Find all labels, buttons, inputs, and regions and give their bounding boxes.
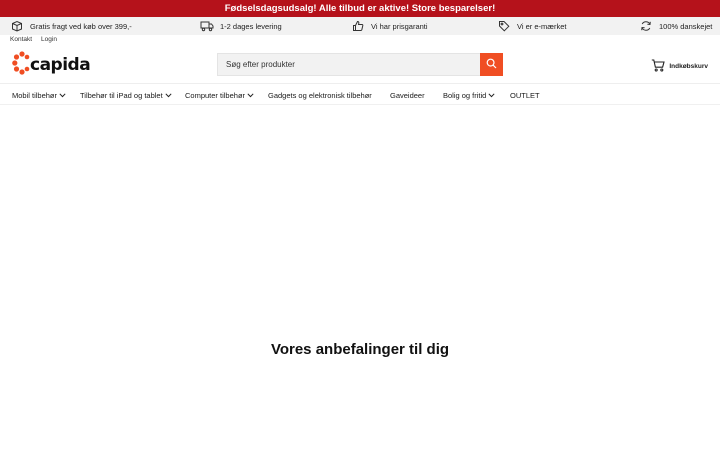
- usp-free-shipping: Gratis fragt ved køb over 399,-: [10, 17, 132, 35]
- search-icon: [486, 56, 497, 74]
- search-bar: [217, 53, 503, 76]
- chevron-down-icon: [165, 92, 172, 98]
- nav-item-gadgets[interactable]: Gadgets og elektronisk tilbehør: [268, 85, 372, 105]
- nav-label: Gadgets og elektronisk tilbehør: [268, 90, 372, 100]
- chevron-down-icon: [488, 92, 495, 98]
- nav-item-computer-tilbehor[interactable]: Computer tilbehør: [185, 85, 254, 105]
- usp-e-maerket: Vi er e-mærket: [497, 17, 566, 35]
- tag-icon: [497, 19, 511, 33]
- nav-label: Bolig og fritid: [443, 90, 487, 100]
- promo-banner[interactable]: Fødselsdagsudsalg! Alle tilbud er aktive…: [0, 0, 720, 17]
- usp-text: Vi er e-mærket: [517, 21, 567, 31]
- nav-label: Tilbehør til iPad og tablet: [80, 90, 163, 100]
- main-navigation: Mobil tilbehør Tilbehør til iPad og tabl…: [0, 85, 720, 105]
- cart-icon: [651, 58, 666, 74]
- site-header: capida Indkøbskurv: [0, 46, 720, 84]
- promo-text: Fødselsdagsudsalg! Alle tilbud er aktive…: [224, 3, 496, 14]
- nav-label: Mobil tilbehør: [12, 90, 58, 100]
- nav-label: Computer tilbehør: [185, 90, 246, 100]
- nav-item-mobil-tilbehor[interactable]: Mobil tilbehør: [12, 85, 66, 105]
- search-button[interactable]: [480, 53, 503, 76]
- nav-item-ipad-tablet[interactable]: Tilbehør til iPad og tablet: [80, 85, 172, 105]
- refresh-icon: [639, 19, 653, 33]
- recommendations-heading: Vores anbefalinger til dig: [270, 341, 450, 358]
- contact-link[interactable]: Kontakt: [10, 36, 32, 46]
- login-link[interactable]: Login: [41, 36, 57, 46]
- search-input[interactable]: [218, 54, 480, 75]
- logo[interactable]: capida: [12, 50, 91, 80]
- usp-bar: Gratis fragt ved køb over 399,- 1-2 dage…: [0, 17, 720, 35]
- nav-item-bolig-fritid[interactable]: Bolig og fritid: [443, 85, 495, 105]
- usp-text: 100% danskejet: [659, 21, 713, 31]
- logo-mark-icon: [12, 50, 32, 80]
- nav-item-outlet[interactable]: OUTLET: [510, 85, 540, 105]
- nav-label: OUTLET: [510, 90, 540, 100]
- box-icon: [10, 19, 24, 33]
- usp-text: 1-2 dages levering: [220, 21, 282, 31]
- nav-label: Gaveideer: [390, 90, 425, 100]
- usp-danish-owned: 100% danskejet: [639, 17, 712, 35]
- account-links: Kontakt Login: [10, 36, 57, 46]
- logo-text: capida: [30, 55, 91, 75]
- thumbs-up-icon: [351, 19, 365, 33]
- chevron-down-icon: [59, 92, 66, 98]
- truck-icon: [200, 19, 214, 33]
- chevron-down-icon: [247, 92, 254, 98]
- usp-price-guarantee: Vi har prisgaranti: [351, 17, 428, 35]
- usp-text: Vi har prisgaranti: [371, 21, 428, 31]
- usp-delivery: 1-2 dages levering: [200, 17, 282, 35]
- cart-button[interactable]: Indkøbskurv: [651, 58, 708, 74]
- usp-text: Gratis fragt ved køb over 399,-: [30, 21, 132, 31]
- cart-label: Indkøbskurv: [669, 62, 708, 70]
- nav-item-gaveideer[interactable]: Gaveideer: [390, 85, 425, 105]
